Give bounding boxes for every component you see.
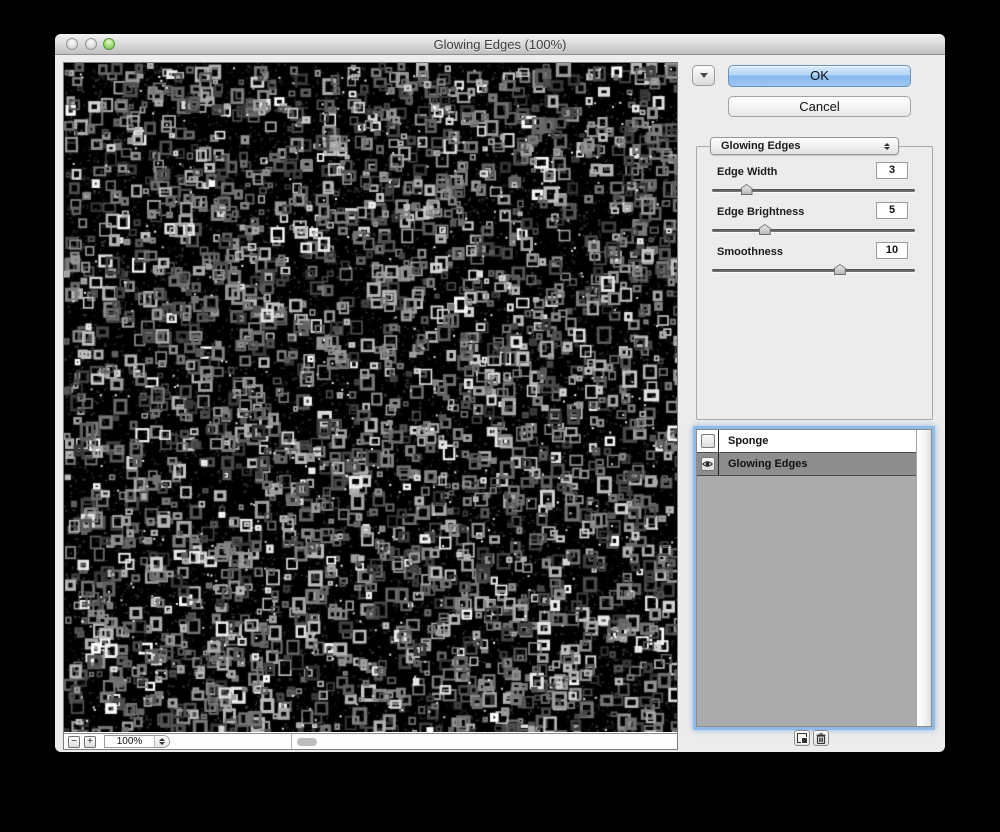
edge-brightness-slider-thumb[interactable] — [759, 224, 771, 235]
edge-width-row: Edge Width 3 — [712, 162, 915, 200]
smoothness-row: Smoothness 10 — [712, 242, 915, 280]
layer-row-sponge[interactable]: Sponge — [697, 430, 916, 453]
zoom-stepper-icon[interactable] — [154, 736, 169, 747]
ok-button[interactable]: OK — [728, 65, 911, 87]
smoothness-label: Smoothness — [717, 246, 783, 258]
new-layer-icon — [797, 733, 808, 744]
filter-gallery-dialog: Glowing Edges (100%) − + 100% OK Cancel … — [55, 34, 945, 752]
popup-stepper-icon — [880, 143, 898, 150]
stepper-down-icon — [159, 742, 165, 745]
edge-brightness-field[interactable]: 5 — [876, 202, 908, 219]
edge-width-slider[interactable] — [712, 189, 915, 192]
filter-type-value: Glowing Edges — [711, 140, 880, 152]
titlebar[interactable]: Glowing Edges (100%) — [55, 34, 945, 55]
edge-width-slider-thumb[interactable] — [741, 184, 753, 195]
edge-width-label: Edge Width — [717, 166, 777, 178]
stepper-up-icon — [159, 738, 165, 741]
edge-brightness-slider[interactable] — [712, 229, 915, 232]
filter-preview-image[interactable] — [64, 63, 677, 732]
visibility-toggle[interactable] — [697, 430, 719, 452]
visibility-checkbox — [701, 457, 715, 471]
layer-name: Sponge — [719, 430, 916, 452]
smoothness-field[interactable]: 10 — [876, 242, 908, 259]
edge-brightness-row: Edge Brightness 5 — [712, 202, 915, 240]
visibility-eye-icon — [702, 460, 713, 468]
preview-pane: − + 100% — [63, 62, 678, 750]
delete-effect-layer-button[interactable] — [813, 730, 829, 746]
vertical-scrollbar-track[interactable] — [916, 430, 931, 726]
layer-name: Glowing Edges — [719, 453, 916, 475]
preview-statusbar: − + 100% — [64, 733, 677, 749]
edge-brightness-label: Edge Brightness — [717, 206, 804, 218]
zoom-level-select[interactable]: 100% — [104, 735, 170, 748]
zoom-out-button[interactable]: − — [68, 736, 80, 748]
visibility-checkbox — [701, 434, 715, 448]
chevron-down-icon — [700, 73, 708, 78]
trash-icon — [816, 733, 826, 744]
filter-type-select[interactable]: Glowing Edges — [710, 137, 899, 155]
effect-layers-list: Sponge Glowing Edges — [696, 429, 932, 727]
edge-width-field[interactable]: 3 — [876, 162, 908, 179]
panel-disclosure-button[interactable] — [692, 65, 715, 86]
zoom-level-value: 100% — [105, 736, 154, 747]
new-effect-layer-button[interactable] — [794, 730, 810, 746]
smoothness-slider-thumb[interactable] — [834, 264, 846, 275]
smoothness-slider[interactable] — [712, 269, 915, 272]
stepper-up-icon — [884, 143, 890, 146]
window-title: Glowing Edges (100%) — [55, 37, 945, 52]
zoom-in-button[interactable]: + — [84, 736, 96, 748]
statusbar-divider — [291, 734, 292, 749]
cancel-button[interactable]: Cancel — [728, 96, 911, 117]
stepper-down-icon — [884, 147, 890, 150]
layer-row-glowing-edges[interactable]: Glowing Edges — [697, 453, 916, 476]
visibility-toggle[interactable] — [697, 453, 719, 475]
horizontal-scrollbar-thumb[interactable] — [297, 738, 317, 746]
